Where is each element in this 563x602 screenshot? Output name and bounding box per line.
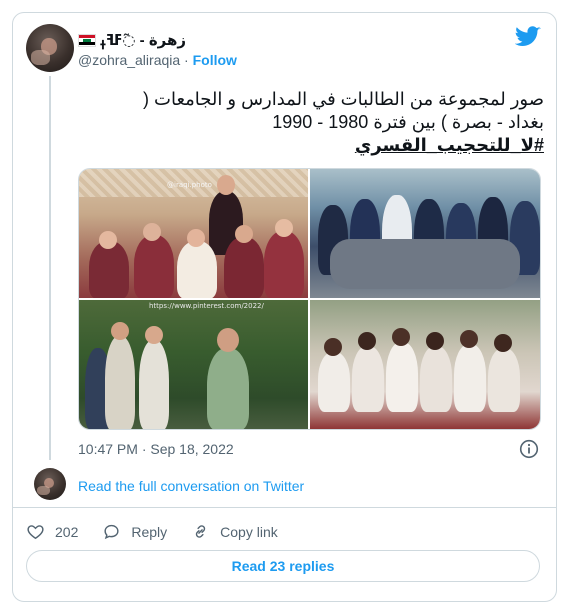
tweet-text-line-1: صور لمجموعة من الطالبات في المدارس و الج… — [143, 89, 544, 109]
copy-link-label: Copy link — [220, 523, 278, 540]
photo-grid: @iraqi.photo https://www.pinterest.com/2… — [78, 168, 541, 430]
author-name-row[interactable]: زهرة - ߬ߓߔߪ — [78, 30, 186, 50]
divider — [12, 507, 557, 508]
reply-label: Reply — [131, 523, 168, 540]
tweet-text: صور لمجموعة من الطالبات في المدارس و الج… — [78, 88, 544, 157]
reply-button[interactable]: Reply — [102, 522, 167, 541]
twitter-bird-icon[interactable] — [515, 26, 541, 48]
iraq-flag-icon — [78, 33, 96, 47]
read-replies-button[interactable]: Read 23 replies — [26, 550, 540, 582]
like-count: 202 — [55, 523, 79, 540]
watermark-2: https://www.pinterest.com/2022/ — [149, 302, 264, 310]
watermark-1: @iraqi.photo — [167, 181, 212, 189]
author-handle-row: @zohra_aliraqia · Follow — [78, 52, 237, 68]
author-display-name[interactable]: زهرة - ߬ߓߔߪ — [100, 30, 186, 50]
info-icon[interactable] — [519, 439, 539, 459]
tweet-timestamp[interactable]: 10:47 PM · Sep 18, 2022 — [78, 441, 234, 457]
speech-bubble-icon — [104, 524, 119, 540]
hashtag-link[interactable]: #لا_للتحجيب_القسري — [78, 134, 544, 157]
action-bar: 202 Reply Copy link — [26, 522, 302, 541]
author-handle[interactable]: @zohra_aliraqia — [78, 52, 180, 68]
follow-link[interactable]: Follow — [193, 52, 237, 68]
reply-avatar[interactable] — [34, 468, 66, 500]
photo-2[interactable] — [310, 169, 540, 298]
copy-link-button[interactable]: Copy link — [191, 522, 278, 541]
read-full-conversation-link[interactable]: Read the full conversation on Twitter — [78, 478, 304, 494]
link-icon — [195, 525, 206, 538]
like-button[interactable]: 202 — [26, 522, 78, 541]
thread-line — [49, 76, 51, 460]
separator-dot: · — [184, 52, 189, 68]
tweet-text-line-2: بغداد - بصرة ) بين فترة 1980 - 1990 — [272, 112, 544, 132]
photo-4[interactable] — [310, 300, 540, 429]
heart-icon — [27, 525, 44, 540]
photo-1[interactable]: @iraqi.photo — [79, 169, 308, 298]
photo-3[interactable]: https://www.pinterest.com/2022/ — [79, 300, 308, 429]
author-avatar[interactable] — [26, 24, 74, 72]
